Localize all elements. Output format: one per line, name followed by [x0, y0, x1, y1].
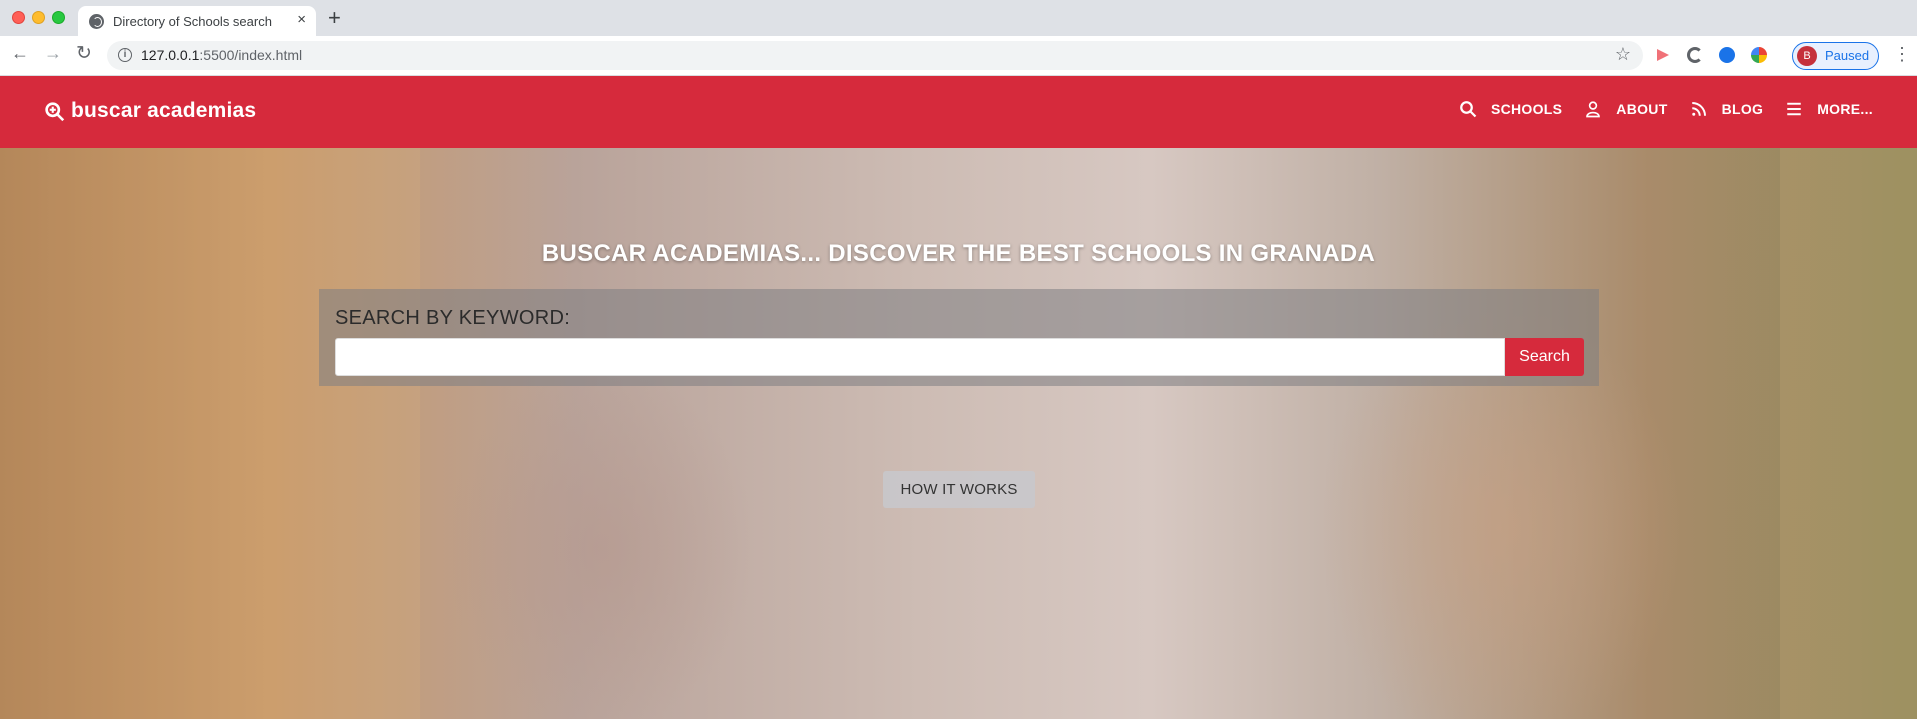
user-icon: [1586, 101, 1601, 118]
nav-item-about[interactable]: ABOUT: [1584, 100, 1667, 118]
main-nav: SCHOOLS ABOUT BLOG MORE...: [1459, 100, 1873, 118]
avatar: B: [1797, 46, 1817, 66]
globe-icon: [89, 14, 104, 29]
browser-toolbar: ← → ↻ i 127.0.0.1:5500/index.html ☆ B Pa…: [0, 36, 1917, 76]
extension-blue-icon[interactable]: [1719, 47, 1735, 63]
search-button[interactable]: Search: [1505, 338, 1584, 376]
extension-c-icon[interactable]: [1687, 47, 1703, 63]
nav-label: BLOG: [1721, 101, 1764, 117]
search-plus-icon: [45, 101, 65, 121]
info-icon[interactable]: i: [118, 48, 132, 62]
window-zoom-button[interactable]: [52, 11, 65, 24]
search-heading: SEARCH BY KEYWORD:: [335, 307, 571, 329]
brand-link[interactable]: buscar academias: [44, 99, 256, 123]
rss-icon: [1691, 102, 1706, 116]
tab-title: Directory of Schools search: [113, 14, 272, 29]
extension-color-icon[interactable]: [1751, 47, 1767, 63]
how-it-works-button[interactable]: HOW IT WORKS: [883, 471, 1035, 508]
url-text: 127.0.0.1:5500/index.html: [141, 47, 302, 63]
extension-arrow-icon[interactable]: [1655, 47, 1671, 63]
search-input[interactable]: [335, 338, 1505, 376]
nav-item-schools[interactable]: SCHOOLS: [1459, 100, 1562, 118]
site-header: buscar academias SCHOOLS ABOUT BLOG MORE…: [0, 76, 1917, 148]
search-panel: SEARCH BY KEYWORD: Search: [319, 289, 1599, 386]
forward-arrow-icon[interactable]: →: [44, 44, 62, 62]
hero-background-image: [0, 148, 420, 719]
new-tab-button[interactable]: +: [328, 7, 341, 29]
brand-name: buscar academias: [71, 99, 257, 122]
nav-item-more[interactable]: MORE...: [1785, 100, 1873, 118]
nav-label: ABOUT: [1616, 101, 1668, 117]
browser-tab[interactable]: Directory of Schools search ×: [78, 6, 316, 36]
url-host: 127.0.0.1: [141, 47, 200, 63]
nav-item-blog[interactable]: BLOG: [1690, 100, 1764, 118]
hero-title: BUSCAR ACADEMIAS... DISCOVER THE BEST SC…: [541, 240, 1376, 267]
search-icon: [1460, 101, 1477, 118]
hero-background-image: [1780, 148, 1917, 719]
back-arrow-icon[interactable]: ←: [11, 44, 29, 62]
address-bar[interactable]: i 127.0.0.1:5500/index.html ☆: [107, 41, 1643, 70]
reload-icon[interactable]: ↻: [76, 44, 92, 63]
window-close-button[interactable]: [12, 11, 25, 24]
browser-menu-icon[interactable]: ⋮: [1893, 45, 1911, 63]
menu-icon: [1787, 102, 1801, 116]
profile-status: Paused: [1825, 48, 1870, 63]
profile-button[interactable]: B Paused: [1792, 42, 1879, 70]
nav-label: SCHOOLS: [1490, 101, 1563, 117]
window-minimize-button[interactable]: [32, 11, 45, 24]
bookmark-star-icon[interactable]: ☆: [1615, 44, 1631, 65]
nav-label: MORE...: [1817, 101, 1873, 117]
hero-section: BUSCAR ACADEMIAS... DISCOVER THE BEST SC…: [0, 148, 1917, 719]
browser-tab-bar: Directory of Schools search × +: [0, 0, 1917, 36]
tab-close-icon[interactable]: ×: [297, 12, 306, 27]
url-path: :5500/index.html: [199, 47, 303, 63]
